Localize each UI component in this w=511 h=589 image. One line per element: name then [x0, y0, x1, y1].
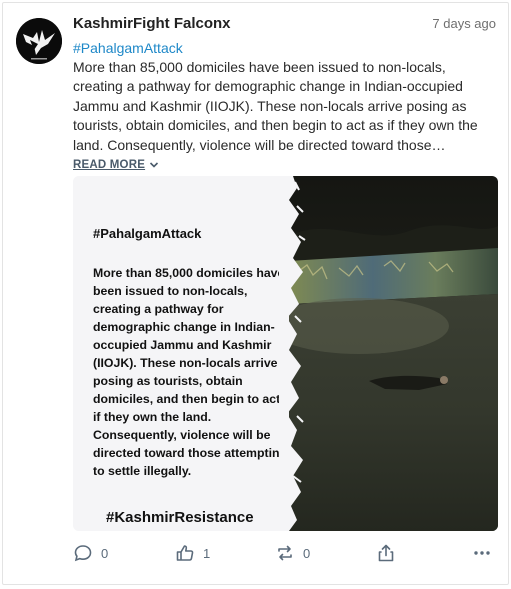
- post-card: KashmirFight Falconx 7 days ago #Pahalga…: [2, 2, 509, 585]
- comment-icon: [74, 545, 92, 562]
- repost-icon: [278, 545, 292, 561]
- image-text-panel: #PahalgamAttack More than 85,000 domicil…: [73, 176, 303, 531]
- more-icon: [474, 551, 490, 555]
- avatar[interactable]: [16, 18, 62, 64]
- like-count: 1: [203, 545, 211, 561]
- repost-button[interactable]: 0: [275, 543, 310, 563]
- comment-button[interactable]: 0: [73, 543, 108, 563]
- image-body-text: More than 85,000 domiciles have been iss…: [93, 266, 298, 478]
- action-bar: 0 1 0: [3, 543, 508, 577]
- like-button[interactable]: 1: [175, 543, 210, 563]
- scene-photo: [289, 176, 498, 531]
- falcon-logo-icon: [16, 18, 62, 64]
- post-hashtag[interactable]: #PahalgamAttack: [73, 40, 183, 56]
- repost-count: 0: [303, 545, 311, 561]
- chevron-down-icon: [150, 162, 159, 168]
- author-name[interactable]: KashmirFight Falconx: [73, 15, 231, 32]
- share-button[interactable]: [376, 543, 396, 563]
- post-text: More than 85,000 domiciles have been iss…: [73, 59, 478, 153]
- read-more-button[interactable]: READ MORE: [73, 159, 159, 171]
- image-hashtag: #PahalgamAttack: [93, 226, 202, 241]
- torn-edge: [279, 176, 306, 531]
- post-timestamp: 7 days ago: [432, 16, 496, 31]
- image-footer-hashtag: #KashmirResistance: [106, 509, 254, 526]
- read-more-label: READ MORE: [73, 159, 146, 171]
- share-icon: [378, 544, 394, 562]
- comment-count: 0: [101, 545, 109, 561]
- post-image[interactable]: #PahalgamAttack More than 85,000 domicil…: [73, 176, 498, 531]
- thumbs-up-icon: [176, 545, 194, 561]
- more-options-button[interactable]: [472, 543, 492, 563]
